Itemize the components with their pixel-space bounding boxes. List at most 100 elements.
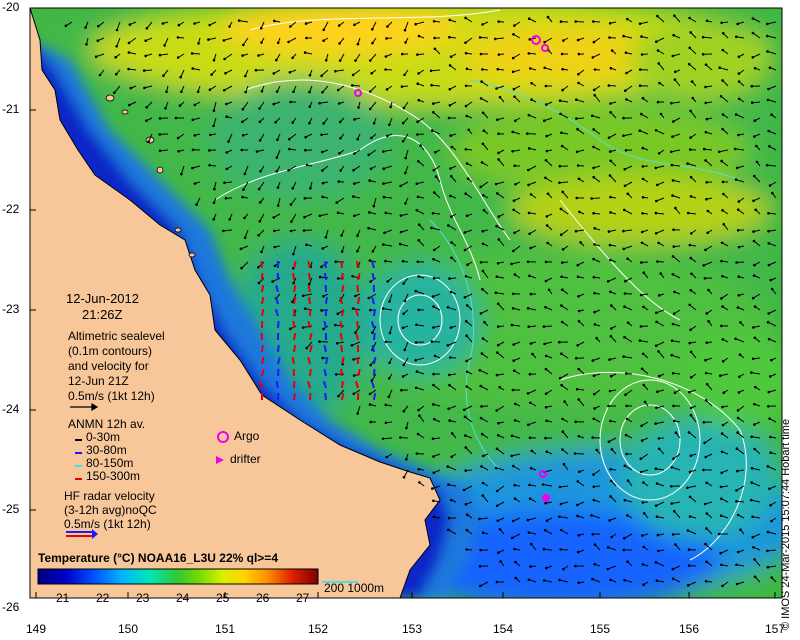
velocity-arrow-head	[721, 359, 725, 363]
velocity-arrow-head	[753, 66, 757, 70]
velocity-arrow-head	[737, 275, 741, 279]
velocity-arrow-head	[545, 103, 548, 106]
velocity-arrow-head	[142, 69, 146, 72]
velocity-arrow-head	[367, 296, 371, 300]
velocity-arrow-head	[689, 256, 693, 260]
velocity-arrow-head	[228, 25, 231, 28]
velocity-arrow-head	[558, 578, 561, 582]
velocity-arrow-head	[735, 261, 738, 264]
velocity-arrow-head	[292, 90, 295, 94]
velocity-arrow-head	[417, 308, 421, 312]
velocity-arrow-head	[527, 423, 530, 427]
velocity-arrow-head	[672, 312, 676, 316]
velocity-arrow-head	[388, 331, 392, 335]
velocity-arrow-head	[626, 514, 629, 517]
velocity-arrow-head	[623, 305, 626, 309]
velocity-arrow-head	[465, 334, 468, 338]
velocity-arrow-head	[769, 278, 773, 282]
velocity-arrow-head	[751, 31, 755, 35]
velocity-arrow-head	[495, 489, 499, 493]
hf-radar-arrow	[261, 308, 265, 317]
velocity-arrow-head	[353, 214, 356, 218]
velocity-arrow-head	[591, 359, 595, 362]
velocity-arrow-head	[260, 250, 263, 254]
velocity-arrow-head	[464, 469, 468, 472]
velocity-arrow-head	[448, 87, 452, 91]
velocity-arrow-head	[721, 209, 724, 212]
velocity-arrow-head	[304, 22, 308, 25]
velocity-arrow-head	[642, 271, 646, 275]
velocity-arrow-head	[609, 468, 612, 471]
velocity-arrow-head	[465, 513, 469, 516]
velocity-arrow-head	[656, 183, 659, 187]
velocity-arrow-head	[543, 579, 546, 582]
velocity-arrow-head	[688, 303, 691, 307]
velocity-arrow-head	[609, 66, 613, 70]
velocity-arrow-head	[717, 150, 721, 154]
velocity-arrow-head	[464, 434, 467, 437]
velocity-arrow-head	[301, 326, 305, 329]
velocity-arrow-head	[638, 129, 642, 132]
velocity-arrow-head	[494, 291, 498, 295]
hf-radar-arrow	[324, 260, 327, 269]
velocity-arrow-head	[430, 83, 433, 87]
velocity-arrow-head	[673, 78, 677, 81]
velocity-arrow-head	[769, 503, 772, 507]
velocity-arrow-head	[195, 203, 198, 206]
velocity-arrow-head	[384, 421, 388, 425]
velocity-arrow-head	[255, 150, 259, 153]
velocity-arrow-head	[654, 561, 658, 564]
velocity-arrow-head	[610, 304, 613, 307]
velocity-arrow-head	[689, 328, 692, 332]
hf-radar-arrow	[373, 332, 376, 341]
velocity-arrow-head	[448, 104, 452, 107]
velocity-arrow-head	[497, 215, 501, 218]
velocity-arrow-head	[384, 403, 388, 407]
velocity-arrow-head	[590, 514, 593, 517]
velocity-arrow-head	[176, 36, 180, 39]
velocity-arrow-head	[655, 482, 659, 485]
velocity-arrow-head	[351, 73, 355, 77]
velocity-arrow-head	[704, 130, 708, 134]
velocity-arrow-head	[481, 23, 484, 26]
velocity-arrow-head	[752, 326, 755, 329]
velocity-arrow-head	[654, 344, 658, 348]
velocity-arrow-head	[466, 263, 469, 267]
velocity-arrow-head	[338, 152, 341, 155]
velocity-arrow-head	[433, 36, 436, 40]
lon-label: 155	[589, 622, 611, 636]
velocity-arrow-head	[162, 74, 165, 77]
velocity-arrow-head	[722, 391, 726, 395]
velocity-arrow-head	[686, 162, 689, 165]
velocity-arrow-head	[179, 75, 182, 79]
velocity-arrow-head	[432, 111, 435, 114]
argo-label: Argo	[234, 429, 260, 443]
velocity-arrow-head	[559, 502, 563, 506]
velocity-arrow-head	[577, 72, 580, 76]
velocity-arrow-head	[237, 19, 241, 22]
velocity-arrow-head	[623, 578, 626, 582]
velocity-arrow-head	[670, 339, 674, 343]
velocity-arrow-head	[240, 266, 243, 270]
velocity-arrow-head	[225, 151, 229, 154]
velocity-arrow-head	[432, 515, 436, 519]
velocity-arrow-head	[350, 344, 354, 347]
velocity-arrow-head	[654, 166, 658, 170]
velocity-arrow-head	[753, 447, 756, 451]
velocity-arrow-head	[450, 432, 454, 435]
velocity-arrow-head	[385, 88, 389, 91]
velocity-arrow-head	[558, 181, 561, 184]
velocity-arrow-head	[497, 132, 500, 136]
velocity-arrow-head	[529, 342, 533, 345]
velocity-arrow-head	[704, 358, 707, 362]
velocity-arrow-head	[609, 419, 612, 423]
velocity-arrow-head	[303, 215, 306, 219]
velocity-arrow-head	[544, 279, 548, 283]
velocity-arrow-head	[720, 241, 724, 245]
velocity-arrow-head	[734, 178, 738, 181]
velocity-arrow-head	[592, 211, 595, 215]
velocity-arrow-head	[544, 176, 547, 180]
velocity-arrow-head	[543, 342, 546, 346]
velocity-arrow-head	[592, 257, 595, 261]
velocity-arrow-head	[480, 465, 483, 468]
